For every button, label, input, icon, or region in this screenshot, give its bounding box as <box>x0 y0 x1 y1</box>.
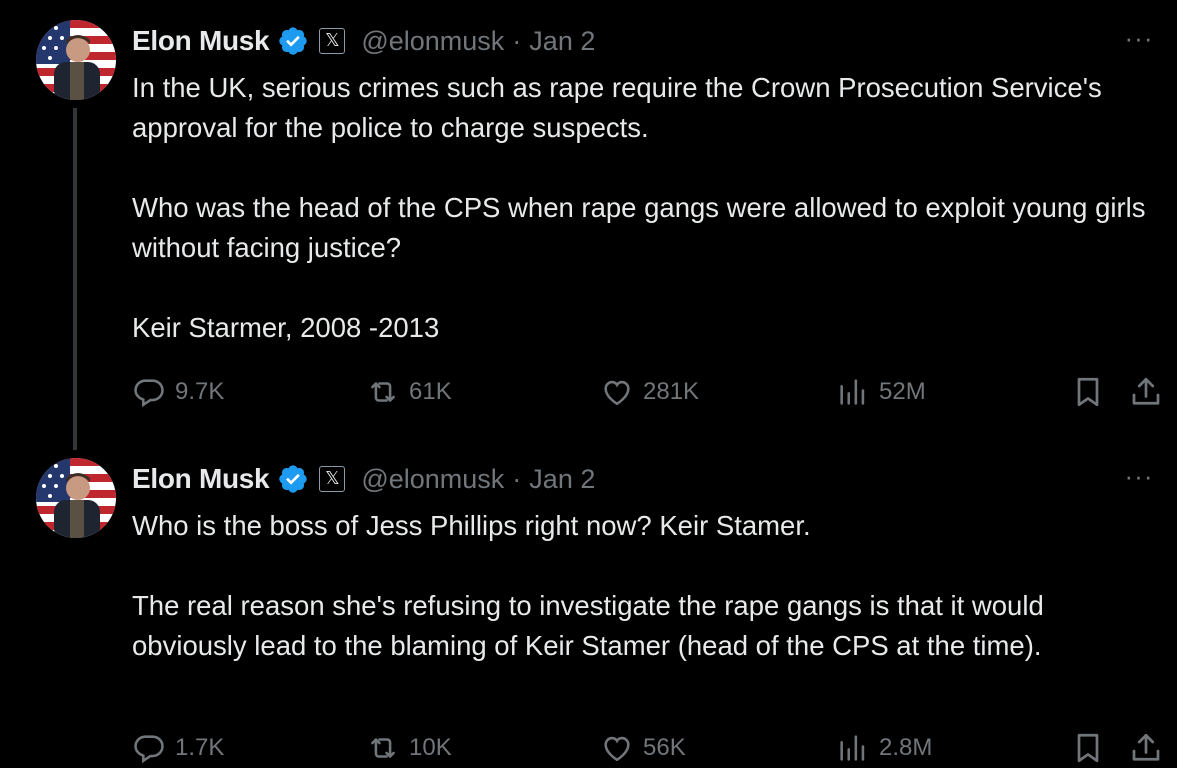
share-button[interactable] <box>1128 372 1164 412</box>
tweet-actions: 1.7K 10K 56K 2.8M <box>132 728 1177 768</box>
views-count: 52M <box>879 378 926 405</box>
repost-count: 61K <box>409 378 452 405</box>
verified-badge-icon[interactable] <box>277 463 309 495</box>
tweet-paragraph: In the UK, serious crimes such as rape r… <box>132 72 1110 143</box>
views-chart-icon <box>840 735 865 761</box>
reply-button[interactable]: 9.7K <box>132 372 224 412</box>
reply-count: 1.7K <box>175 734 225 761</box>
tweet[interactable]: Elon Musk 𝕏 @elonmusk · Jan 2 ··· In the… <box>0 0 1177 440</box>
share-icon <box>1132 733 1160 761</box>
like-button[interactable]: 281K <box>600 372 699 412</box>
views-chart-icon <box>840 379 865 405</box>
tweet-actions: 9.7K 61K 281K 52M <box>132 372 1177 412</box>
more-options-icon[interactable]: ··· <box>1119 24 1159 56</box>
bookmark-button[interactable] <box>1070 728 1106 768</box>
tweet-date[interactable]: Jan 2 <box>529 26 595 57</box>
more-options-icon[interactable]: ··· <box>1119 462 1159 494</box>
repost-count: 10K <box>409 734 452 761</box>
tweet-header: Elon Musk 𝕏 @elonmusk · Jan 2 <box>132 460 595 498</box>
x-affiliate-badge-icon[interactable]: 𝕏 <box>319 28 346 54</box>
bookmark-icon <box>1077 733 1099 763</box>
tweet-paragraph: Who is the boss of Jess Phillips right n… <box>132 510 811 541</box>
tweet[interactable]: Elon Musk 𝕏 @elonmusk · Jan 2 ··· Who is… <box>0 438 1177 764</box>
reply-button[interactable]: 1.7K <box>132 728 224 768</box>
views-count: 2.8M <box>879 734 933 761</box>
bookmark-icon <box>1077 377 1099 407</box>
avatar[interactable] <box>36 20 116 100</box>
tweet-paragraph: The real reason she's refusing to invest… <box>132 590 1052 661</box>
like-button[interactable]: 56K <box>600 728 686 768</box>
avatar[interactable] <box>36 458 116 538</box>
x-affiliate-badge-icon[interactable]: 𝕏 <box>319 466 346 492</box>
repost-icon <box>371 738 395 758</box>
views-button[interactable]: 52M <box>836 372 926 412</box>
repost-button[interactable]: 61K <box>366 372 452 412</box>
verified-badge-icon[interactable] <box>277 25 309 57</box>
tweet-header: Elon Musk 𝕏 @elonmusk · Jan 2 <box>132 22 595 60</box>
separator-dot: · <box>512 25 522 56</box>
tweet-text: In the UK, serious crimes such as rape r… <box>132 68 1162 348</box>
tweet-date[interactable]: Jan 2 <box>529 464 595 495</box>
author-handle[interactable]: @elonmusk <box>361 464 504 495</box>
tweet-paragraph: Keir Starmer, 2008 -2013 <box>132 312 440 343</box>
tweet-thread: Elon Musk 𝕏 @elonmusk · Jan 2 ··· In the… <box>0 0 1177 764</box>
repost-button[interactable]: 10K <box>366 728 452 768</box>
tweet-paragraph: Who was the head of the CPS when rape ga… <box>132 192 1154 263</box>
share-button[interactable] <box>1128 728 1164 768</box>
author-name[interactable]: Elon Musk <box>132 463 270 495</box>
share-icon <box>1132 377 1160 405</box>
like-count: 56K <box>643 734 686 761</box>
reply-count: 9.7K <box>175 378 225 405</box>
heart-icon <box>604 380 630 406</box>
author-name[interactable]: Elon Musk <box>132 25 270 57</box>
bookmark-button[interactable] <box>1070 372 1106 412</box>
reply-icon <box>134 379 164 408</box>
heart-icon <box>604 736 630 762</box>
tweet-text: Who is the boss of Jess Phillips right n… <box>132 506 1162 666</box>
author-handle[interactable]: @elonmusk <box>361 26 504 57</box>
reply-icon <box>134 735 164 764</box>
like-count: 281K <box>643 378 700 405</box>
separator-dot: · <box>512 463 522 494</box>
views-button[interactable]: 2.8M <box>836 728 932 768</box>
repost-icon <box>371 382 395 402</box>
